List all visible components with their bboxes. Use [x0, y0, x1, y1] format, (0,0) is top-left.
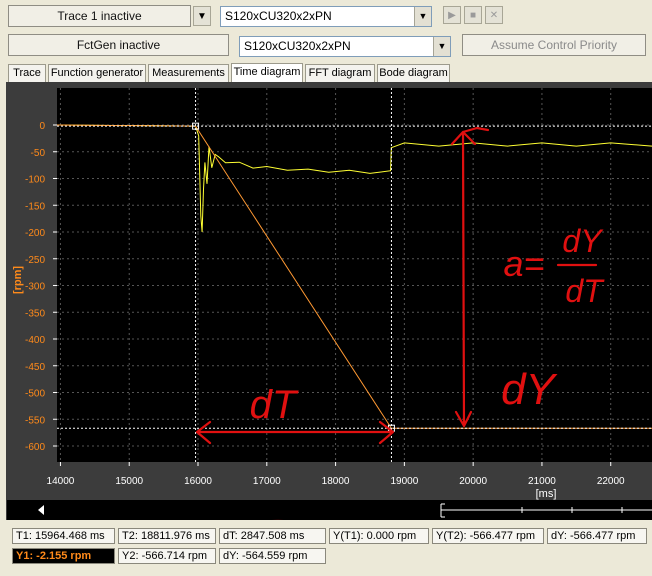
y-tick-label: -300: [25, 282, 45, 293]
y-tick-label: -550: [25, 415, 45, 426]
x-tick-label: 22000: [597, 476, 625, 487]
status-dy-right: dY: -566.477 rpm: [547, 528, 647, 544]
y-tick-label: -200: [25, 228, 45, 239]
status-y-t2: Y(T2): -566.477 rpm: [432, 528, 544, 544]
x-tick-label: 18000: [322, 476, 350, 487]
x-tick-label: 20000: [459, 476, 487, 487]
x-tick-label: 21000: [528, 476, 556, 487]
status-y-t1: Y(T1): 0.000 rpm: [329, 528, 429, 544]
y-tick-label: -350: [25, 308, 45, 319]
y-tick-label: -50: [31, 148, 46, 159]
y-tick-label: -400: [25, 335, 45, 346]
x-tick-label: 16000: [184, 476, 212, 487]
y-tick-label: -600: [25, 442, 45, 453]
y-axis-label: [rpm]: [12, 266, 24, 294]
formula-a: a=: [503, 243, 544, 284]
x-tick-label: 17000: [253, 476, 281, 487]
y-tick-label: -250: [25, 255, 45, 266]
y-tick-label: -450: [25, 362, 45, 373]
x-tick-label: 14000: [47, 476, 75, 487]
time-diagram-chart[interactable]: 0 -50 -100 -150 -200 -250 -300 -350 -400 -450 -500…: [0, 0, 652, 576]
x-axis-label: [ms]: [536, 488, 557, 500]
status-t1: T1: 15964.468 ms: [12, 528, 115, 544]
status-y2: Y2: -566.714 rpm: [118, 548, 216, 564]
y-tick-label: -500: [25, 389, 45, 400]
status-t2: T2: 18811.976 ms: [118, 528, 216, 544]
status-dt: dT: 2847.508 ms: [219, 528, 326, 544]
x-tick-label: 15000: [115, 476, 143, 487]
y-tick-label: -100: [25, 175, 45, 186]
formula-numerator: dY: [562, 223, 604, 259]
status-y1: Y1: -2.155 rpm: [12, 548, 115, 564]
x-tick-label: 19000: [390, 476, 418, 487]
y-tick-label: 0: [39, 121, 45, 132]
status-dy: dY: -564.559 rpm: [219, 548, 326, 564]
formula-denominator: dT: [565, 273, 605, 309]
dt-annotation: dT: [250, 383, 299, 427]
dy-annotation: dY: [501, 365, 557, 414]
y-tick-label: -150: [25, 201, 45, 212]
plot-area: [57, 88, 652, 462]
